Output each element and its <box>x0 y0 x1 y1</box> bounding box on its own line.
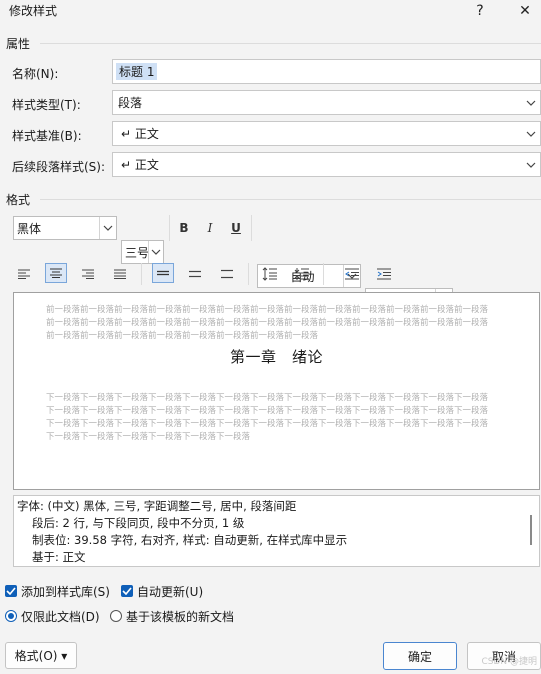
line-spacing-single-icon <box>157 270 169 276</box>
justify-icon <box>114 269 126 279</box>
divider <box>248 263 249 285</box>
divider <box>40 199 541 200</box>
this-document-only-radio[interactable] <box>5 610 17 622</box>
justify-button[interactable] <box>109 264 131 284</box>
properties-section-title: 属性 <box>6 37 31 51</box>
divider <box>40 43 541 44</box>
auto-update-checkbox[interactable] <box>121 585 133 597</box>
font-size-combo[interactable]: 三号 <box>121 240 164 264</box>
this-document-only-label[interactable]: 仅限此文档(D) <box>21 608 100 625</box>
new-documents-radio[interactable] <box>110 610 122 622</box>
preview-previous-paragraph: 前一段落前一段落前一段落前一段落前一段落前一段落前一段落前一段落前一段落前一段落… <box>46 305 489 341</box>
space-before-icon <box>262 267 277 281</box>
decrease-spacing-button[interactable] <box>291 264 313 284</box>
format-menu-button[interactable]: 格式(O) ▾ <box>5 642 77 669</box>
dialog-title: 修改样式 <box>9 4 58 18</box>
preview-next-paragraph: 下一段落下一段落下一段落下一段落下一段落下一段落下一段落下一段落下一段落下一段落… <box>46 393 489 442</box>
chevron-down-icon <box>524 153 538 176</box>
divider <box>169 215 170 241</box>
chevron-down-icon <box>524 91 538 114</box>
description-line: 段后: 2 行, 与下段同页, 段中不分页, 1 级 <box>32 516 245 530</box>
close-button[interactable]: ✕ <box>510 0 540 22</box>
indent-icon <box>377 268 391 280</box>
new-documents-label[interactable]: 基于该模板的新文档 <box>126 608 234 625</box>
line-spacing-onehalf-icon <box>189 270 201 278</box>
style-description: 字体: (中文) 黑体, 三号, 字距调整二号, 居中, 段落间距 段后: 2 … <box>13 495 540 567</box>
description-line: 字体: (中文) 黑体, 三号, 字距调整二号, 居中, 段落间距 <box>17 499 297 513</box>
next-style-label: 后续段落样式(S): <box>12 160 106 174</box>
align-left-icon <box>18 269 30 279</box>
increase-indent-button[interactable] <box>373 264 395 284</box>
name-value: 标题 1 <box>116 63 158 80</box>
decrease-indent-button[interactable] <box>341 264 363 284</box>
align-right-icon <box>82 269 94 279</box>
next-style-value: ↵ 正文 <box>121 158 159 172</box>
style-preview: 前一段落前一段落前一段落前一段落前一段落前一段落前一段落前一段落前一段落前一段落… <box>13 292 540 490</box>
next-style-select[interactable]: ↵ 正文 <box>112 152 541 177</box>
auto-update-label[interactable]: 自动更新(U) <box>137 583 203 600</box>
increase-spacing-button[interactable] <box>259 264 281 284</box>
based-on-label: 样式基准(B): <box>12 129 82 143</box>
chevron-down-icon[interactable] <box>99 217 116 239</box>
outdent-icon <box>345 268 359 280</box>
single-spacing-button[interactable] <box>152 263 174 283</box>
divider <box>251 215 252 241</box>
watermark: CSDN @捷明 <box>481 657 537 667</box>
underline-button[interactable]: U <box>226 217 246 239</box>
align-right-button[interactable] <box>77 264 99 284</box>
description-scrollbar[interactable] <box>530 515 532 545</box>
font-size-value: 三号 <box>125 245 150 260</box>
align-left-button[interactable] <box>13 264 35 284</box>
checkmark-icon <box>122 587 132 595</box>
align-center-button[interactable] <box>45 263 67 283</box>
divider <box>323 263 324 285</box>
format-section-title: 格式 <box>6 193 31 207</box>
italic-button[interactable]: I <box>200 217 220 239</box>
title-bar <box>0 0 541 26</box>
style-type-label: 样式类型(T): <box>12 98 81 112</box>
help-button[interactable]: ? <box>465 0 495 22</box>
double-spacing-button[interactable] <box>216 264 238 284</box>
align-center-icon <box>50 268 62 278</box>
name-field[interactable]: 标题 1 <box>112 59 541 84</box>
style-type-select[interactable]: 段落 <box>112 90 541 115</box>
checkmark-icon <box>6 587 16 595</box>
ok-button[interactable]: 确定 <box>383 642 457 670</box>
description-line: 制表位: 39.58 字符, 右对齐, 样式: 自动更新, 在样式库中显示 <box>32 533 348 547</box>
divider <box>141 263 142 285</box>
based-on-value: ↵ 正文 <box>121 127 159 141</box>
name-label: 名称(N): <box>12 67 59 81</box>
add-to-gallery-checkbox[interactable] <box>5 585 17 597</box>
preview-heading: 第一章 绪论 <box>229 348 323 366</box>
bold-button[interactable]: B <box>174 217 194 239</box>
one-half-spacing-button[interactable] <box>184 264 206 284</box>
chevron-down-icon <box>524 122 538 145</box>
font-name-combo[interactable]: 黑体 <box>13 216 117 240</box>
font-name-value: 黑体 <box>17 221 42 236</box>
line-spacing-double-icon <box>221 269 233 279</box>
based-on-select[interactable]: ↵ 正文 <box>112 121 541 146</box>
description-line: 基于: 正文 <box>32 550 86 564</box>
style-type-value: 段落 <box>118 96 143 110</box>
add-to-gallery-label[interactable]: 添加到样式库(S) <box>21 583 110 600</box>
chevron-down-icon[interactable] <box>148 241 163 263</box>
space-after-icon <box>294 268 309 280</box>
